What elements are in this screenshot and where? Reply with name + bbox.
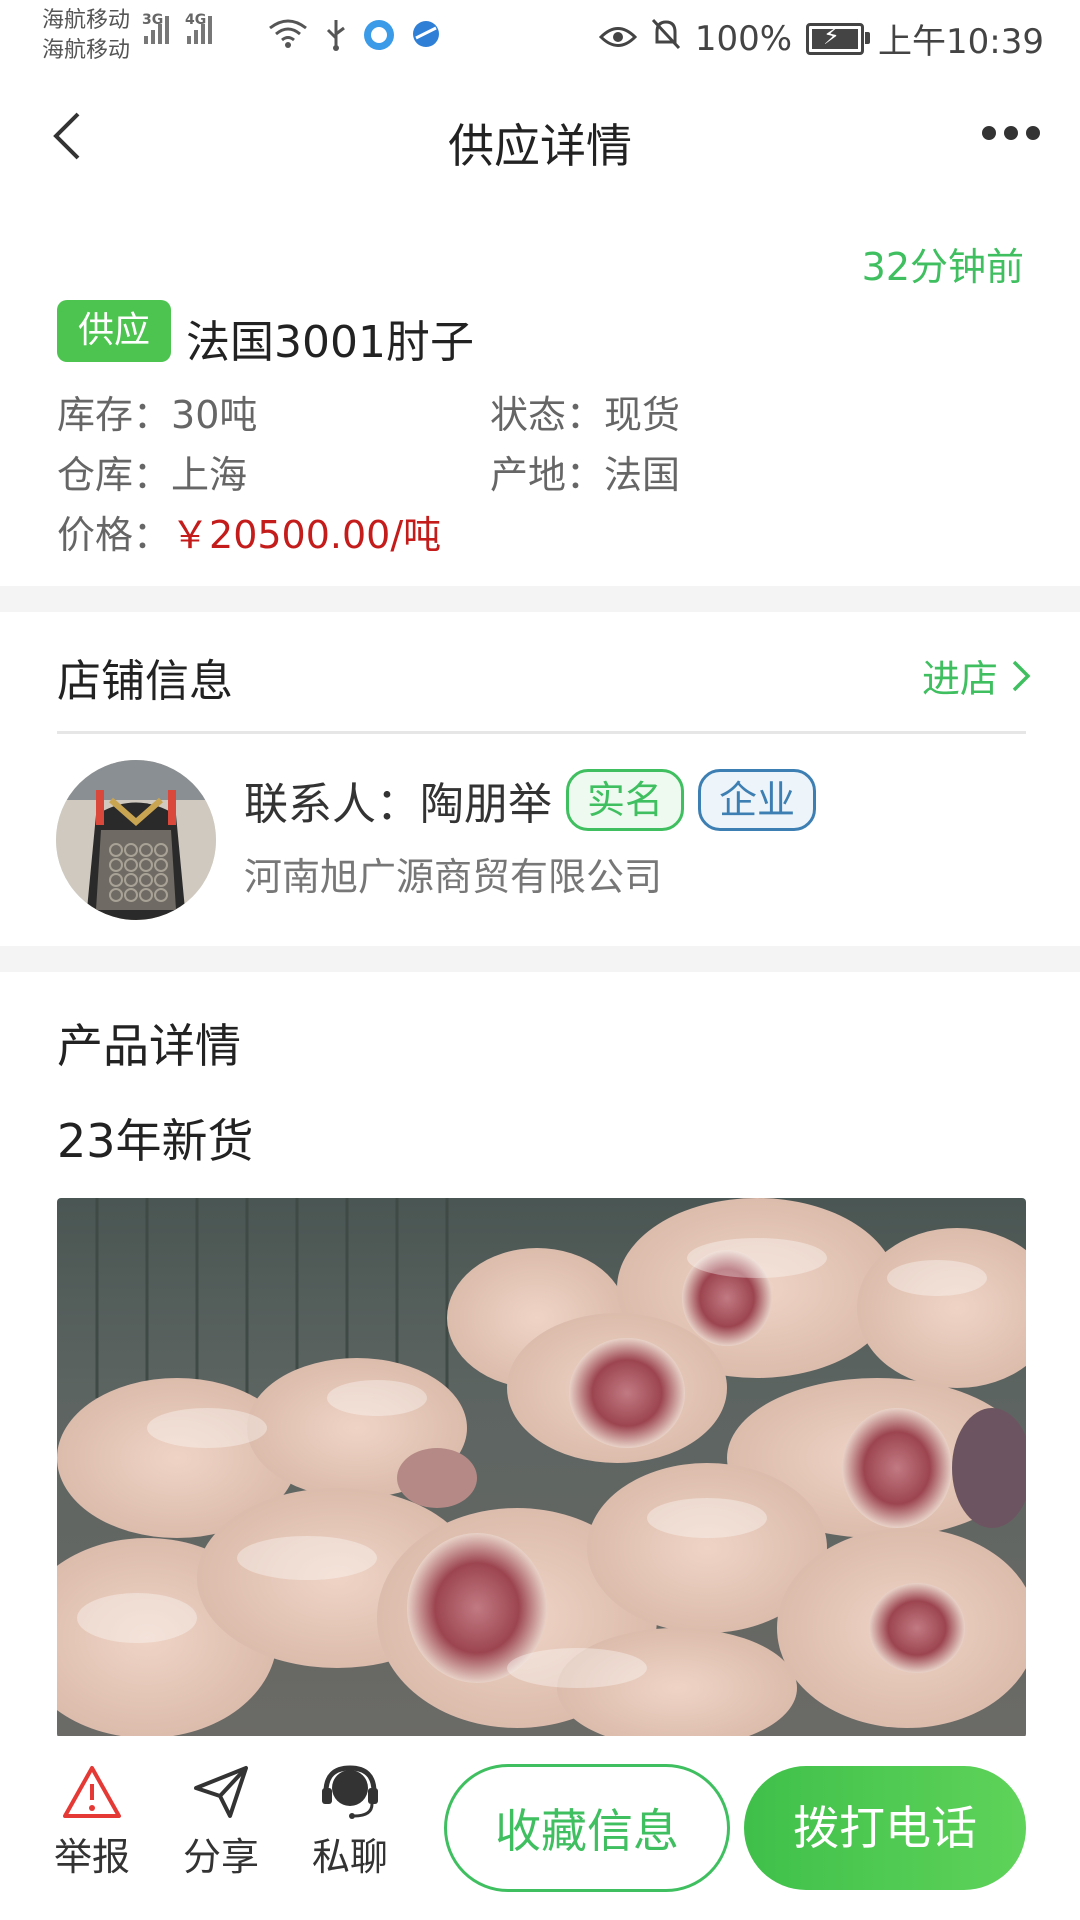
wifi-icon <box>268 18 308 58</box>
battery-icon: ⚡ <box>806 22 871 55</box>
price-field: 价格：￥20500.00/吨 <box>57 504 441 559</box>
signal-3g-icon: 3G <box>142 12 169 44</box>
chevron-right-icon <box>1012 660 1031 691</box>
section-separator <box>0 586 1080 612</box>
supply-tag: 供应 <box>57 300 171 362</box>
status-value: 现货 <box>604 393 681 437</box>
favorite-button[interactable]: 收藏信息 <box>444 1764 730 1892</box>
enterprise-badge: 企业 <box>698 769 817 831</box>
avatar-photo <box>56 760 216 920</box>
post-time: 32分钟前 <box>861 245 1024 289</box>
signal-4g-icon: 4G <box>185 12 212 44</box>
eye-icon <box>598 19 637 59</box>
chat-label: 私聊 <box>311 1835 388 1879</box>
status-label: 状态： <box>490 393 605 437</box>
section-separator <box>0 946 1080 972</box>
product-image <box>57 1198 1026 1738</box>
browser-notification-icon <box>410 18 442 58</box>
call-button[interactable]: 拨打电话 <box>744 1766 1026 1890</box>
mute-bell-icon <box>651 18 681 59</box>
share-button[interactable]: 分享 <box>166 1764 276 1881</box>
product-name: 法国3001肘子 <box>186 317 474 368</box>
company-name: 河南旭广源商贸有限公司 <box>244 855 663 899</box>
stock-label: 库存： <box>57 393 172 437</box>
origin-label: 产地： <box>490 453 605 497</box>
status-right: 100% ⚡ 上午10:39 <box>598 14 1044 63</box>
more-options-button[interactable] <box>982 126 1040 140</box>
warehouse-label: 仓库： <box>57 453 172 497</box>
avatar[interactable] <box>56 760 216 920</box>
origin-value: 法国 <box>604 453 681 497</box>
more-dot-icon <box>1026 126 1040 140</box>
price-label: 价格： <box>57 513 172 557</box>
report-label: 举报 <box>53 1835 130 1879</box>
enter-shop-link[interactable]: 进店 <box>922 648 1034 703</box>
more-dot-icon <box>1004 126 1018 140</box>
warehouse-value: 上海 <box>171 453 248 497</box>
warehouse-field: 仓库：上海 <box>57 444 247 499</box>
report-button[interactable]: 举报 <box>37 1764 147 1881</box>
usb-icon <box>322 18 350 60</box>
more-dot-icon <box>982 126 996 140</box>
origin-field: 产地：法国 <box>490 444 680 499</box>
status-field: 状态：现货 <box>490 384 680 439</box>
bottom-action-bar: 举报 分享 私聊 收藏信息 拨打电话 <box>0 1736 1080 1920</box>
stock-field: 库存：30吨 <box>57 384 257 439</box>
product-detail-title: 产品详情 <box>57 1019 241 1073</box>
contact-name: 联系人：陶朋举 <box>244 779 552 830</box>
chat-button[interactable]: 私聊 <box>295 1764 405 1881</box>
product-photo[interactable] <box>57 1198 1026 1738</box>
customer-service-icon <box>322 1765 378 1819</box>
verified-badge: 实名 <box>566 769 685 831</box>
stock-value: 30吨 <box>171 393 258 437</box>
contact-row: 联系人：陶朋举 实名 企业 <box>244 768 817 832</box>
status-bar: 海航移动 海航移动 3G 4G 100% ⚡ 上午10:39 <box>0 0 1080 80</box>
app-notification-icon <box>362 18 396 60</box>
shop-divider <box>57 731 1026 734</box>
send-share-icon <box>194 1766 248 1818</box>
signal-group: 3G 4G <box>142 12 212 44</box>
carrier-1: 海航移动 <box>42 8 131 33</box>
product-description: 23年新货 <box>57 1114 254 1168</box>
battery-percent: 100% <box>694 18 793 59</box>
price-value: ￥20500.00/吨 <box>171 513 442 557</box>
app-header: 供应详情 <box>0 80 1080 200</box>
share-label: 分享 <box>182 1835 259 1879</box>
clock: 上午10:39 <box>878 22 1044 62</box>
enter-shop-label: 进店 <box>921 657 998 701</box>
carrier-2: 海航移动 <box>42 38 131 63</box>
warning-icon <box>63 1766 121 1818</box>
page-title: 供应详情 <box>448 119 632 173</box>
carrier-names: 海航移动 海航移动 <box>42 6 130 66</box>
shop-info-title: 店铺信息 <box>57 656 233 707</box>
net-type-1: 3G <box>142 12 164 28</box>
net-type-2: 4G <box>185 12 207 28</box>
